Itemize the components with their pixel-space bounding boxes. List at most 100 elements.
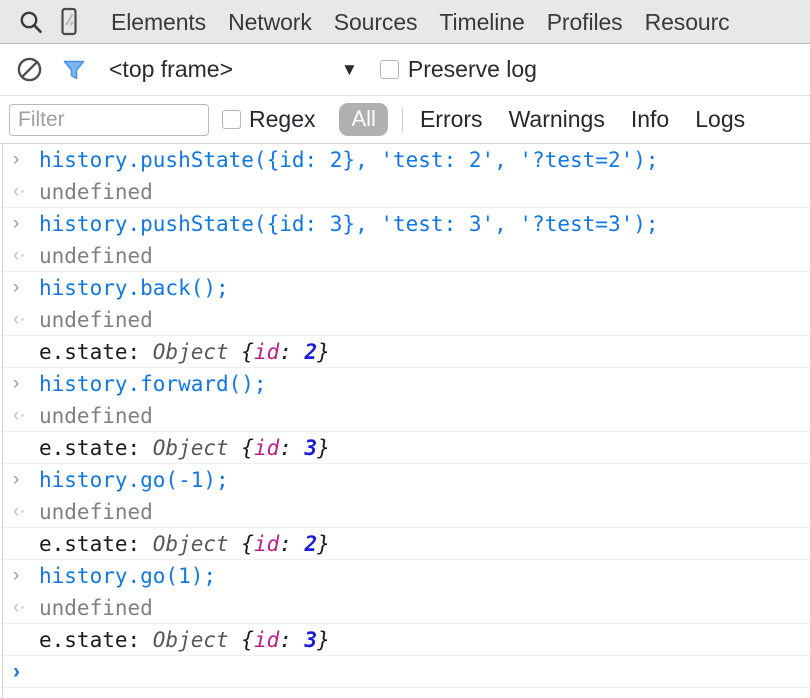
output-chevron-icon: ‹· — [13, 405, 26, 426]
input-chevron-icon: › — [13, 277, 20, 298]
object-property-key: id — [253, 627, 280, 652]
search-icon[interactable] — [14, 7, 48, 37]
event-label: e.state: — [39, 435, 153, 460]
console-row-input[interactable]: › history.pushState({id: 3}, 'test: 3', '… — [0, 208, 810, 240]
object-open-brace: { — [228, 435, 254, 460]
level-filter-info[interactable]: Info — [618, 106, 682, 133]
level-filter-logs[interactable]: Logs — [682, 106, 758, 133]
object-property-value: 3 — [304, 435, 318, 460]
object-property-key: id — [253, 435, 280, 460]
input-chevron-icon: › — [13, 213, 20, 234]
output-chevron-icon: ‹· — [13, 501, 26, 522]
console-row-event[interactable]: e.state: Object {id: 3} — [0, 624, 810, 656]
object-type-label: Object — [152, 531, 229, 556]
level-separator — [401, 106, 403, 133]
console-row-output[interactable]: ‹· undefined — [0, 592, 810, 624]
chevron-down-icon[interactable]: ▼ — [341, 61, 358, 78]
object-close-brace: } — [317, 339, 330, 364]
device-toolbar-icon[interactable] — [52, 7, 86, 37]
tab-network[interactable]: Network — [217, 0, 323, 43]
console-row-event[interactable]: e.state: Object {id: 3} — [0, 432, 810, 464]
console-row-event[interactable]: e.state: Object {id: 2} — [0, 528, 810, 560]
console-row-input[interactable]: › history.go(-1); — [0, 464, 810, 496]
object-open-brace: { — [228, 339, 254, 364]
console-input-text: history.back(); — [39, 275, 229, 300]
output-chevron-icon: ‹· — [13, 309, 26, 330]
object-property-value: 3 — [304, 627, 318, 652]
object-type-label: Object — [152, 339, 229, 364]
object-open-brace: { — [228, 627, 254, 652]
preserve-log-toggle[interactable]: Preserve log — [379, 56, 537, 83]
console-input-text: history.go(1); — [39, 563, 217, 588]
console-output-text: undefined — [39, 499, 153, 524]
regex-checkbox[interactable] — [222, 110, 241, 129]
console-input-text: history.pushState({id: 2}, 'test: 2', '?… — [39, 147, 659, 172]
object-type-label: Object — [152, 435, 229, 460]
output-chevron-icon: ‹· — [13, 597, 26, 618]
console-output-text: undefined — [39, 179, 153, 204]
console-row-input[interactable]: › history.back(); — [0, 272, 810, 304]
object-close-brace: } — [317, 531, 330, 556]
prompt-chevron-icon: › — [13, 660, 20, 683]
regex-toggle[interactable]: Regex — [222, 106, 315, 133]
object-key-sep: : — [279, 531, 305, 556]
console-input-text: history.forward(); — [39, 371, 267, 396]
console-row-output[interactable]: ‹· undefined — [0, 176, 810, 208]
output-chevron-icon: ‹· — [13, 181, 26, 202]
console-output-text: undefined — [39, 307, 153, 332]
console-row-input[interactable]: › history.pushState({id: 2}, 'test: 2', '… — [0, 144, 810, 176]
event-label: e.state: — [39, 531, 153, 556]
console-row-output[interactable]: ‹· undefined — [0, 240, 810, 272]
tab-timeline[interactable]: Timeline — [428, 0, 535, 43]
tab-elements[interactable]: Elements — [100, 0, 217, 43]
object-key-sep: : — [279, 627, 305, 652]
console-row-input[interactable]: › history.forward(); — [0, 368, 810, 400]
preserve-log-label: Preserve log — [407, 56, 537, 82]
console-output-text: undefined — [39, 595, 153, 620]
console-output-text: undefined — [39, 403, 153, 428]
console-row-input[interactable]: › history.go(1); — [0, 560, 810, 592]
level-filter-all[interactable]: All — [339, 103, 388, 136]
console-row-output[interactable]: ‹· undefined — [0, 400, 810, 432]
console-row-output[interactable]: ‹· undefined — [0, 304, 810, 336]
funnel-filter-icon[interactable] — [61, 57, 87, 83]
object-property-value: 2 — [304, 531, 318, 556]
input-chevron-icon: › — [13, 373, 20, 394]
filter-input[interactable] — [9, 103, 209, 136]
tab-sources[interactable]: Sources — [323, 0, 429, 43]
object-open-brace: { — [228, 531, 254, 556]
regex-label: Regex — [249, 106, 316, 132]
tab-profiles[interactable]: Profiles — [536, 0, 634, 43]
console-left-rail — [2, 144, 3, 698]
object-property-key: id — [253, 531, 280, 556]
console-rows: › history.pushState({id: 2}, 'test: 2', '… — [0, 144, 810, 688]
object-property-key: id — [253, 339, 280, 364]
console-output-text: undefined — [39, 243, 153, 268]
console-filter-toolbar: Regex All Errors Warnings Info Logs — [0, 96, 810, 144]
console-row-prompt[interactable]: › — [0, 656, 810, 688]
tab-resources[interactable]: Resourc — [634, 0, 741, 43]
devtools-window: Elements Network Sources Timeline Profil… — [0, 0, 810, 698]
console-message-list[interactable]: › history.pushState({id: 2}, 'test: 2', '… — [0, 144, 810, 698]
console-row-output[interactable]: ‹· undefined — [0, 496, 810, 528]
level-filter-errors[interactable]: Errors — [407, 106, 496, 133]
frame-selector[interactable]: <top frame> — [109, 56, 233, 83]
output-chevron-icon: ‹· — [13, 245, 26, 266]
object-type-label: Object — [152, 627, 229, 652]
object-close-brace: } — [317, 435, 330, 460]
console-row-event[interactable]: e.state: Object {id: 2} — [0, 336, 810, 368]
input-chevron-icon: › — [13, 565, 20, 586]
console-input-text: history.pushState({id: 3}, 'test: 3', '?… — [39, 211, 659, 236]
event-label: e.state: — [39, 339, 153, 364]
input-chevron-icon: › — [13, 149, 20, 170]
event-label: e.state: — [39, 627, 153, 652]
devtools-tabbar: Elements Network Sources Timeline Profil… — [0, 0, 810, 44]
object-property-value: 2 — [304, 339, 318, 364]
clear-console-icon[interactable] — [16, 56, 43, 83]
level-filter-warnings[interactable]: Warnings — [496, 106, 618, 133]
object-key-sep: : — [279, 435, 305, 460]
console-frame-toolbar: <top frame> ▼ Preserve log — [0, 44, 810, 96]
object-close-brace: } — [317, 627, 330, 652]
preserve-log-checkbox[interactable] — [379, 60, 399, 79]
input-chevron-icon: › — [13, 469, 20, 490]
